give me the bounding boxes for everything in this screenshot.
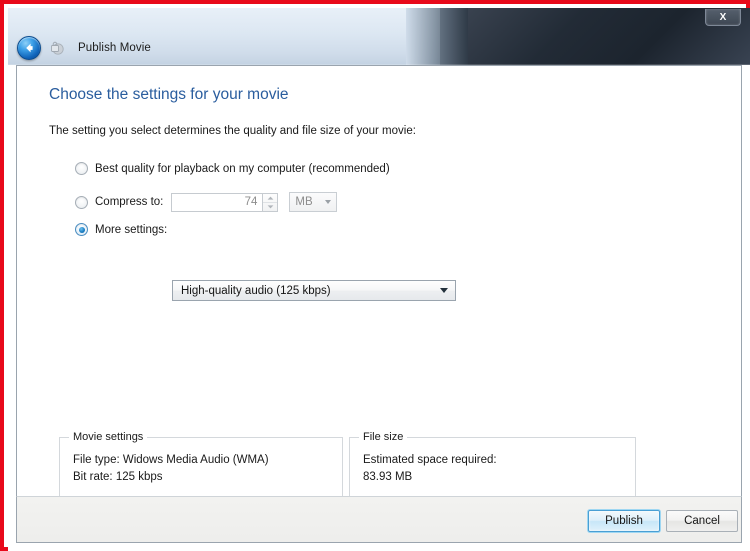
stepper-down-icon[interactable] xyxy=(263,203,277,211)
page-title: Choose the settings for your movie xyxy=(49,86,289,103)
publish-shield-icon xyxy=(48,39,65,57)
red-highlight-frame: Publish Movie X Choose the settings for … xyxy=(0,0,750,551)
movie-file-type: File type: Widows Media Audio (WMA) xyxy=(73,454,269,466)
compress-size-input[interactable]: 74 xyxy=(171,192,264,212)
option-best-quality[interactable]: Best quality for playback on my computer… xyxy=(75,162,390,175)
window-title: Publish Movie xyxy=(78,42,151,54)
radio-best-quality[interactable] xyxy=(75,162,88,175)
file-size-group-title: File size xyxy=(359,431,408,443)
chevron-down-icon xyxy=(325,200,332,204)
wizard-footer: Publish Cancel xyxy=(16,496,742,543)
page-subtitle: The setting you select determines the qu… xyxy=(49,125,416,137)
option-more-settings-label: More settings: xyxy=(95,223,168,236)
movie-settings-group-title: Movie settings xyxy=(69,431,148,443)
file-size-spacer xyxy=(363,486,635,496)
option-best-quality-label: Best quality for playback on my computer… xyxy=(95,162,390,175)
option-more-settings[interactable]: More settings: xyxy=(75,223,167,236)
radio-compress-to[interactable] xyxy=(75,195,88,209)
more-settings-select[interactable]: High-quality audio (125 kbps) xyxy=(172,280,456,301)
file-size-group-body: Estimated space required: 83.93 MB Estim… xyxy=(350,438,635,496)
movie-settings-group-body: File type: Widows Media Audio (WMA) Bit … xyxy=(60,438,342,486)
titlebar-gradient-fade xyxy=(406,8,470,65)
compress-size-stepper[interactable] xyxy=(263,192,279,212)
option-compress-to[interactable]: Compress to: 74 MB xyxy=(75,192,338,212)
publish-button[interactable]: Publish xyxy=(588,510,660,532)
wizard-content-pane: Choose the settings for your movie The s… xyxy=(16,65,742,496)
chevron-down-icon xyxy=(440,288,448,293)
stepper-up-icon[interactable] xyxy=(263,194,278,203)
compress-unit-select[interactable]: MB xyxy=(289,192,338,212)
close-icon[interactable]: X xyxy=(705,9,741,26)
file-size-group: File size Estimated space required: 83.9… xyxy=(349,431,636,496)
space-required-value: 83.93 MB xyxy=(363,471,413,483)
movie-settings-group: Movie settings File type: Widows Media A… xyxy=(59,431,343,496)
option-compress-to-label: Compress to: xyxy=(95,196,164,208)
publish-movie-wizard-window: Publish Movie X Choose the settings for … xyxy=(8,8,750,551)
radio-more-settings[interactable] xyxy=(75,223,88,236)
movie-bit-rate: Bit rate: 125 kbps xyxy=(73,471,163,483)
window-titlebar: Publish Movie X xyxy=(8,8,750,65)
titlebar-light-gradient xyxy=(8,8,440,65)
compress-unit-value: MB xyxy=(295,196,313,208)
cancel-button[interactable]: Cancel xyxy=(666,510,738,532)
back-arrow-icon[interactable] xyxy=(17,36,41,60)
space-required-label: Estimated space required: xyxy=(363,454,497,466)
more-settings-value: High-quality audio (125 kbps) xyxy=(181,284,331,297)
